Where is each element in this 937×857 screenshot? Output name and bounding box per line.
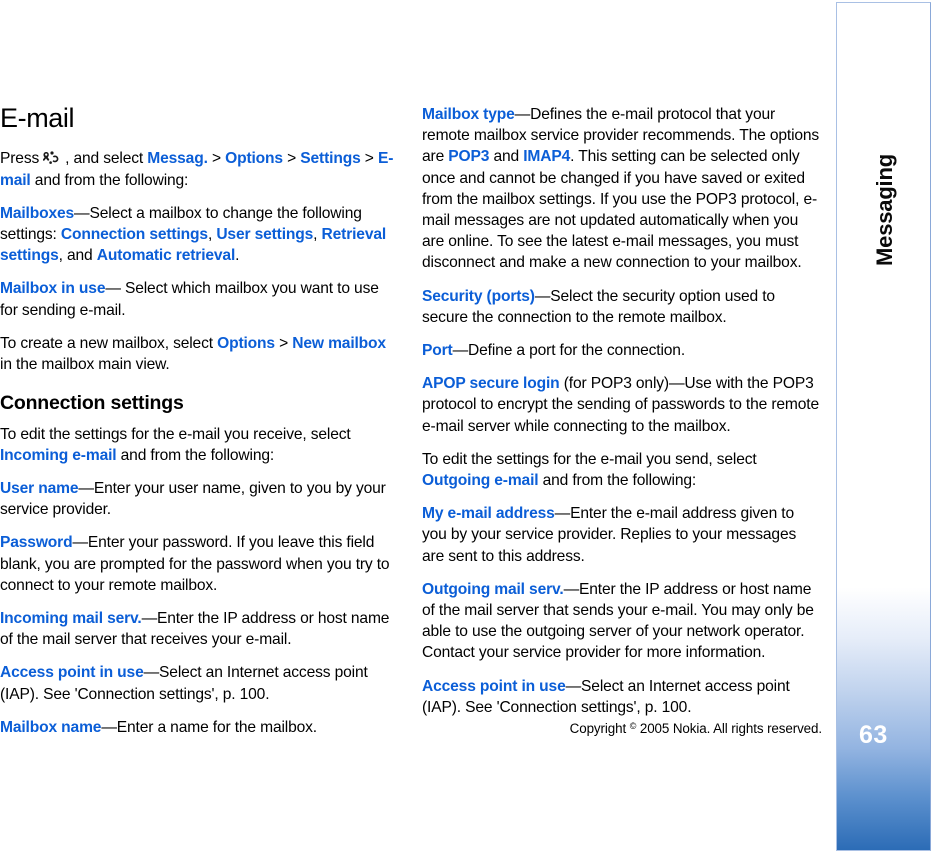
paragraph-incoming-intro: To edit the settings for the e-mail you … (0, 424, 400, 466)
intro-and-select: , and select (65, 150, 148, 168)
setting-access-point-in-use-right[interactable]: Access point in use (422, 678, 566, 695)
paragraph-user-name: User name—Enter your user name, given to… (0, 478, 400, 520)
setting-user-name[interactable]: User name (0, 480, 79, 497)
outgoing-intro-pre: To edit the settings for the e-mail you … (422, 450, 757, 468)
setting-password[interactable]: Password (0, 534, 73, 551)
setting-incoming-mail-serv[interactable]: Incoming mail serv. (0, 610, 142, 627)
separator-2: > (282, 150, 301, 168)
mailboxes-comma-2: , (313, 225, 322, 243)
incoming-intro-post: and from the following: (116, 446, 275, 464)
menu-item-settings[interactable]: Settings (300, 150, 360, 167)
setting-automatic-retrieval[interactable]: Automatic retrieval (97, 247, 236, 264)
left-text-column: E-mail Press , and select Messag. > Optio… (0, 104, 400, 738)
manual-page: E-mail Press , and select Messag. > Optio… (0, 0, 937, 857)
setting-my-email-address[interactable]: My e-mail address (422, 505, 555, 522)
paragraph-intro: Press , and select Messag. > Options > Se… (0, 148, 400, 190)
paragraph-outgoing-intro: To edit the settings for the e-mail you … (422, 449, 822, 491)
paragraph-security-ports: Security (ports)—Select the security opt… (422, 286, 822, 328)
section-heading-connection-settings: Connection settings (0, 392, 184, 415)
paragraph-mailboxes: Mailboxes—Select a mailbox to change the… (0, 203, 400, 267)
outgoing-intro-post: and from the following: (538, 472, 697, 490)
paragraph-mailbox-in-use: Mailbox in use— Select which mailbox you… (0, 278, 400, 320)
incoming-intro-pre: To edit the settings for the e-mail you … (0, 425, 351, 443)
setting-outgoing-mail-serv[interactable]: Outgoing mail serv. (422, 581, 564, 598)
paragraph-password: Password—Enter your password. If you lea… (0, 532, 400, 596)
mailboxes-comma-3: , and (58, 247, 97, 265)
mailboxes-period: . (235, 247, 240, 265)
setting-apop-secure-login[interactable]: APOP secure login (422, 375, 560, 392)
press-label: Press (0, 150, 40, 168)
page-number: 63 (859, 721, 888, 749)
paragraph-my-email-address: My e-mail address—Enter the e-mail addre… (422, 503, 822, 567)
option-pop3[interactable]: POP3 (448, 148, 489, 165)
setting-incoming-email[interactable]: Incoming e-mail (0, 447, 117, 464)
option-imap4[interactable]: IMAP4 (523, 148, 570, 165)
setting-user-settings[interactable]: User settings (216, 226, 313, 243)
paragraph-access-point-in-use-right: Access point in use—Select an Internet a… (422, 676, 822, 718)
copyright-notice: Copyright © 2005 Nokia. All rights reser… (0, 721, 822, 736)
copyright-suffix: 2005 Nokia. All rights reserved. (636, 721, 822, 736)
setting-mailboxes[interactable]: Mailboxes (0, 205, 74, 222)
new-mailbox-separator: > (274, 334, 293, 352)
setting-port[interactable]: Port (422, 342, 453, 359)
paragraph-apop-secure-login: APOP secure login (for POP3 only)—Use wi… (422, 373, 822, 437)
setting-access-point-in-use-left[interactable]: Access point in use (0, 664, 144, 681)
chapter-sidebar: Messaging 63 (836, 2, 931, 851)
paragraph-incoming-mail-serv: Incoming mail serv.—Enter the IP address… (0, 608, 400, 650)
mailbox-type-text-2: . This setting can be selected only once… (422, 148, 818, 272)
new-mailbox-pre: To create a new mailbox, select (0, 334, 218, 352)
paragraph-access-point-in-use-left: Access point in use—Select an Internet a… (0, 662, 400, 704)
menu-key-icon (43, 150, 62, 165)
chapter-label: Messaging (837, 115, 930, 305)
right-text-column: Mailbox type—Defines the e-mail protocol… (422, 104, 822, 718)
intro-tail: and from the following: (30, 171, 189, 189)
separator-3: > (360, 150, 378, 168)
paragraph-outgoing-mail-serv: Outgoing mail serv.—Enter the IP address… (422, 579, 822, 664)
setting-outgoing-email[interactable]: Outgoing e-mail (422, 472, 539, 489)
separator-1: > (207, 150, 226, 168)
mailbox-type-and: and (489, 148, 524, 166)
port-text: —Define a port for the connection. (452, 342, 686, 360)
setting-mailbox-in-use[interactable]: Mailbox in use (0, 280, 105, 297)
menu-item-new-mailbox[interactable]: New mailbox (292, 335, 386, 352)
setting-security-ports[interactable]: Security (ports) (422, 288, 535, 305)
paragraph-port: Port—Define a port for the connection. (422, 340, 822, 361)
menu-item-options-2[interactable]: Options (217, 335, 275, 352)
paragraph-mailbox-type: Mailbox type—Defines the e-mail protocol… (422, 104, 822, 274)
new-mailbox-post: in the mailbox main view. (0, 355, 170, 373)
chapter-label-text: Messaging (871, 154, 897, 266)
menu-item-messag[interactable]: Messag. (147, 150, 208, 167)
setting-mailbox-type[interactable]: Mailbox type (422, 106, 515, 123)
copyright-prefix: Copyright (569, 721, 630, 736)
paragraph-new-mailbox: To create a new mailbox, select Options … (0, 333, 400, 375)
setting-connection-settings[interactable]: Connection settings (61, 226, 208, 243)
page-title: E-mail (0, 103, 75, 133)
menu-item-options[interactable]: Options (225, 150, 283, 167)
